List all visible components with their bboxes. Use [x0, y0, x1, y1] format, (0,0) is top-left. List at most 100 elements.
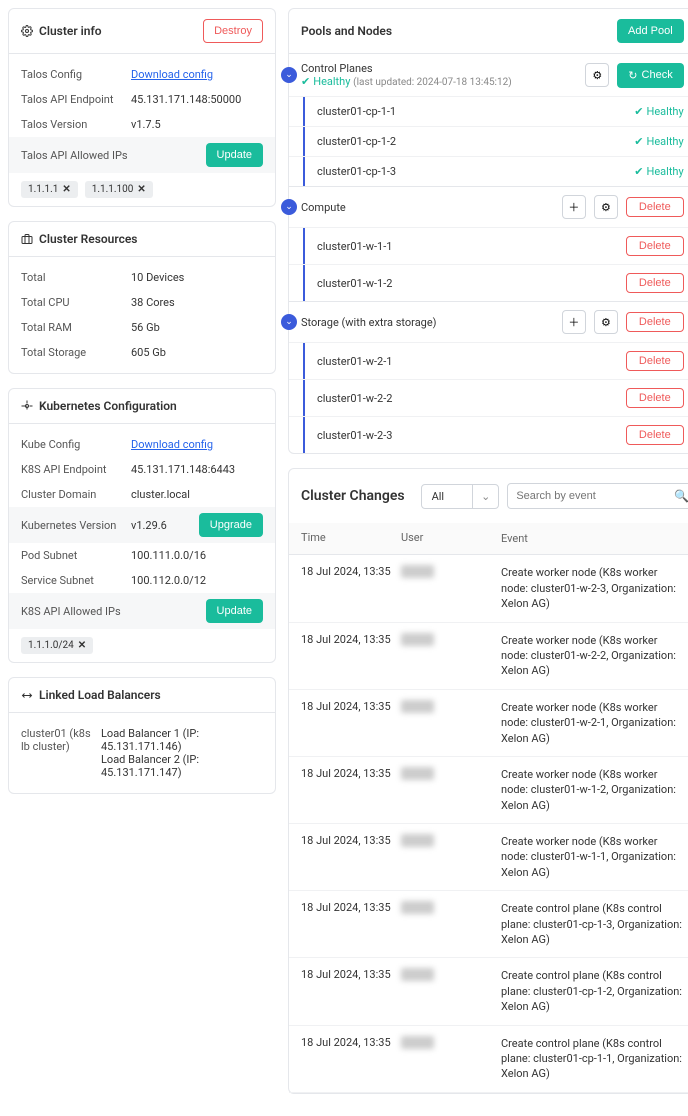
node-row: cluster01-cp-1-2✔ Healthy	[289, 126, 688, 156]
chip-remove-icon[interactable]: ✕	[137, 184, 145, 195]
pools-nodes-card: Pools and Nodes Add Pool ⌄ Control Plane…	[288, 8, 688, 454]
node-row: cluster01-cp-1-3✔ Healthy	[289, 156, 688, 186]
table-header: Time User Event	[289, 523, 688, 555]
load-balancers-card: Linked Load Balancers cluster01 (k8s lb …	[8, 677, 276, 794]
delete-node-button[interactable]: Delete	[626, 236, 684, 256]
kube-ips-update-button[interactable]: Update	[206, 599, 263, 623]
table-row: 18 Jul 2024, 13:35hiddenCreate control p…	[289, 958, 688, 1025]
chevron-down-icon[interactable]: ⌄	[281, 199, 297, 215]
change-event: Create worker node (K8s worker node: clu…	[501, 834, 684, 880]
change-user: hidden	[401, 700, 501, 746]
change-time: 18 Jul 2024, 13:35	[301, 901, 401, 947]
delete-pool-button[interactable]: Delete	[626, 312, 684, 332]
search-icon: 🔍	[666, 484, 688, 508]
pool-storage: ⌄ Storage (with extra storage) ＋ ⚙ Delet…	[289, 302, 688, 453]
table-row: 18 Jul 2024, 13:35hiddenCreate worker no…	[289, 757, 688, 824]
ip-chip: 1.1.1.100✕	[85, 181, 153, 198]
table-row: 18 Jul 2024, 13:35hiddenCreate worker no…	[289, 824, 688, 891]
add-pool-button[interactable]: Add Pool	[617, 19, 684, 43]
talos-config-link[interactable]: Download config	[131, 68, 213, 81]
change-user: hidden	[401, 968, 501, 1014]
add-node-button[interactable]: ＋	[562, 195, 586, 219]
cluster-resources-card: Cluster Resources Total10 Devices Total …	[8, 221, 276, 374]
change-event: Create worker node (K8s worker node: clu…	[501, 767, 684, 813]
pools-title: Pools and Nodes	[301, 24, 392, 38]
destroy-button[interactable]: Destroy	[203, 19, 263, 43]
health-badge: ✔ Healthy	[301, 75, 350, 88]
change-user: hidden	[401, 901, 501, 947]
node-row: cluster01-w-2-1Delete	[289, 342, 688, 379]
resource-row: Total CPU38 Cores	[21, 290, 263, 315]
node-row: cluster01-w-2-3Delete	[289, 416, 688, 453]
node-row: cluster01-cp-1-1✔ Healthy	[289, 96, 688, 126]
change-time: 18 Jul 2024, 13:35	[301, 1036, 401, 1082]
delete-node-button[interactable]: Delete	[626, 425, 684, 445]
change-event: Create worker node (K8s worker node: clu…	[501, 700, 684, 746]
change-user: hidden	[401, 767, 501, 813]
upgrade-button[interactable]: Upgrade	[199, 513, 263, 537]
node-row: cluster01-w-2-2Delete	[289, 379, 688, 416]
arrows-icon	[21, 689, 33, 701]
delete-node-button[interactable]: Delete	[626, 273, 684, 293]
change-time: 18 Jul 2024, 13:35	[301, 834, 401, 880]
gear-icon	[21, 400, 33, 412]
delete-node-button[interactable]: Delete	[626, 388, 684, 408]
ip-chip: 1.1.1.0/24✕	[21, 637, 93, 654]
change-user: hidden	[401, 834, 501, 880]
kubernetes-config-card: Kubernetes Configuration Kube ConfigDown…	[8, 388, 276, 663]
pool-settings-button[interactable]: ⚙	[594, 310, 618, 334]
pool-settings-button[interactable]: ⚙	[594, 195, 618, 219]
health-badge: ✔ Healthy	[634, 105, 683, 118]
chevron-down-icon[interactable]: ⌄	[281, 314, 297, 330]
cluster-info-card: Cluster info Destroy Talos ConfigDownloa…	[8, 8, 276, 207]
talos-config-label: Talos Config	[21, 68, 131, 81]
talos-api-value: 45.131.171.148:50000	[131, 93, 263, 106]
change-user: hidden	[401, 633, 501, 679]
change-event: Create control plane (K8s control plane:…	[501, 1036, 684, 1082]
chip-remove-icon[interactable]: ✕	[62, 184, 70, 195]
check-button[interactable]: ↻ Check	[617, 63, 683, 88]
change-time: 18 Jul 2024, 13:35	[301, 767, 401, 813]
health-badge: ✔ Healthy	[634, 165, 683, 178]
table-row: 18 Jul 2024, 13:35hiddenCreate worker no…	[289, 690, 688, 757]
delete-node-button[interactable]: Delete	[626, 351, 684, 371]
talos-ips-label: Talos API Allowed IPs	[21, 149, 131, 162]
delete-pool-button[interactable]: Delete	[626, 197, 684, 217]
talos-version-value: v1.7.5	[131, 118, 263, 131]
resource-row: Total10 Devices	[21, 265, 263, 290]
resource-row: Total Storage605 Gb	[21, 340, 263, 365]
table-row: 18 Jul 2024, 13:35hiddenCreate control p…	[289, 891, 688, 958]
pool-compute: ⌄ Compute ＋ ⚙ Delete cluster01-w-1-1Dele…	[289, 187, 688, 302]
table-row: 18 Jul 2024, 13:35hiddenCreate control p…	[289, 1026, 688, 1093]
resource-row: Total RAM56 Gb	[21, 315, 263, 340]
chevron-down-icon[interactable]: ⌄	[281, 67, 297, 83]
change-event: Create worker node (K8s worker node: clu…	[501, 565, 684, 611]
search-input[interactable]: 🔍	[507, 483, 688, 509]
gear-icon	[21, 25, 33, 37]
pool-control-planes: ⌄ Control Planes ✔ Healthy (last updated…	[289, 54, 688, 187]
change-user: hidden	[401, 565, 501, 611]
lb-title: Linked Load Balancers	[39, 688, 161, 702]
talos-ips-update-button[interactable]: Update	[206, 143, 263, 167]
chip-remove-icon[interactable]: ✕	[78, 640, 86, 651]
kube-config-link[interactable]: Download config	[131, 438, 213, 451]
pool-settings-button[interactable]: ⚙	[585, 63, 609, 87]
cluster-changes-card: Cluster Changes All⌄ 🔍 Time User Event 1…	[288, 468, 688, 1094]
node-row: cluster01-w-1-2Delete	[289, 264, 688, 301]
filter-select[interactable]: All⌄	[421, 484, 500, 509]
health-badge: ✔ Healthy	[634, 135, 683, 148]
add-node-button[interactable]: ＋	[562, 310, 586, 334]
table-row: 18 Jul 2024, 13:35hiddenCreate worker no…	[289, 555, 688, 622]
change-event: Create control plane (K8s control plane:…	[501, 968, 684, 1014]
change-time: 18 Jul 2024, 13:35	[301, 633, 401, 679]
talos-api-label: Talos API Endpoint	[21, 93, 131, 106]
chevron-down-icon: ⌄	[472, 485, 498, 508]
kube-title: Kubernetes Configuration	[39, 399, 177, 413]
resources-title: Cluster Resources	[39, 232, 137, 246]
ip-chip: 1.1.1.1✕	[21, 181, 78, 198]
changes-title: Cluster Changes	[301, 488, 405, 504]
node-row: cluster01-w-1-1Delete	[289, 227, 688, 264]
briefcase-icon	[21, 233, 33, 245]
change-user: hidden	[401, 1036, 501, 1082]
table-row: 18 Jul 2024, 13:35hiddenCreate worker no…	[289, 623, 688, 690]
